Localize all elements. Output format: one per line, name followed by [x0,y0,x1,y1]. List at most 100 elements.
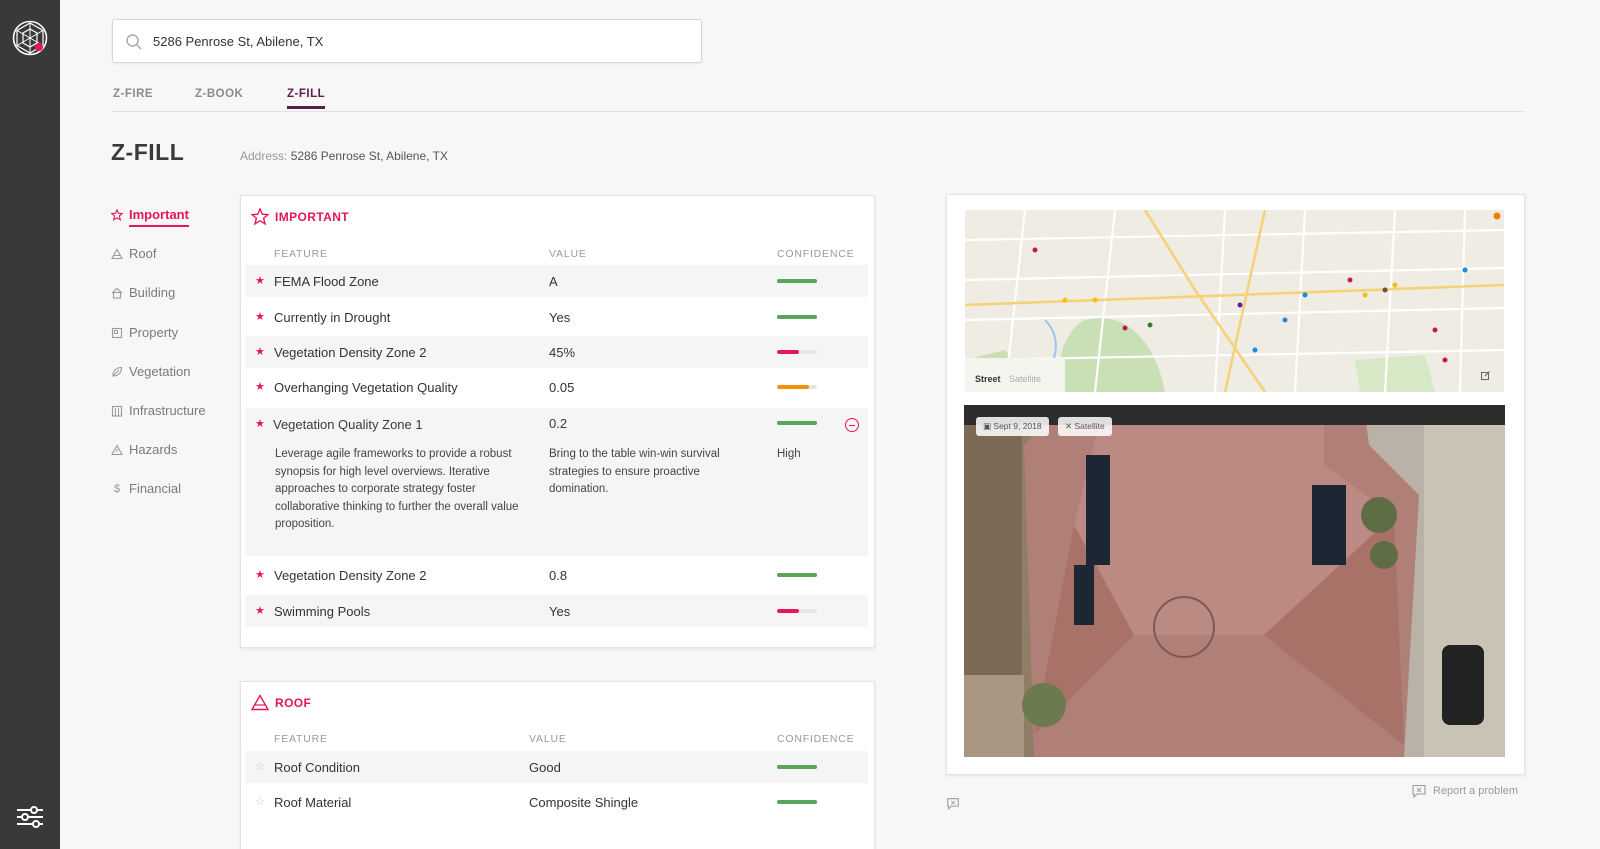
table-row[interactable]: ☆ Roof Material Composite Shingle [245,786,868,818]
feature-description: Leverage agile frameworks to provide a r… [275,448,519,531]
sidenav-item-financial[interactable]: $ Financial [111,478,231,517]
feature-name: Roof Material [274,795,352,810]
sidenav-item-vegetation[interactable]: Vegetation [111,361,231,400]
feature-name: Roof Condition [274,760,360,775]
star-filled-icon[interactable]: ★ [255,345,265,358]
sidenav-item-property[interactable]: Property [111,322,231,361]
column-confidence: CONFIDENCE [777,248,855,260]
table-row[interactable]: ☆ Roof Condition Good [245,751,868,783]
important-title: IMPORTANT [275,209,350,224]
infrastructure-icon [111,405,123,417]
feature-name: FEMA Flood Zone [274,274,379,289]
star-empty-icon[interactable]: ☆ [255,760,265,773]
star-filled-icon[interactable]: ★ [255,274,265,287]
feature-name: Currently in Drought [274,310,391,325]
value-description: Bring to the table win-win survival stra… [549,448,720,496]
sidenav-item-building[interactable]: Building [111,282,231,321]
product-tabs: Z-FIRE Z-BOOK Z-FILL [112,86,1525,112]
sidenav-item-roof[interactable]: Roof [111,243,231,282]
confidence-bar [777,800,817,804]
tab-z-book[interactable]: Z-BOOK [195,88,243,108]
sidenav-label: Infrastructure [129,402,206,418]
star-filled-icon[interactable]: ★ [255,310,265,323]
chat-report-icon [1412,784,1426,798]
sidenav-label: Important [129,207,189,227]
confidence-bar [777,421,817,425]
sidenav-label: Financial [129,481,182,497]
column-value: VALUE [549,248,587,260]
roof-icon [111,248,123,260]
confidence-bar [777,279,817,283]
table-row[interactable]: ★ Vegetation Density Zone 2 45% [245,336,868,368]
confidence-bar [777,350,817,354]
property-icon [111,327,123,338]
star-icon [251,208,269,225]
column-feature: FEATURE [274,733,328,745]
address-value: 5286 Penrose St, Abilene, TX [290,149,448,163]
confidence-bar [777,609,817,613]
app-logo-icon[interactable] [12,20,48,56]
sidenav-label: Vegetation [129,363,191,379]
roof-icon [251,694,269,711]
sidenav-item-important[interactable]: Important [111,204,231,243]
sidenav-label: Building [129,285,176,301]
star-filled-icon[interactable]: ★ [255,380,265,393]
search-icon [126,34,142,50]
capture-date: Sept 9, 2018 [993,421,1042,431]
column-confidence: CONFIDENCE [777,733,855,745]
aerial-image: ▣ Sept 9, 2018 ✕ Satellite [964,405,1505,757]
feature-value: Yes [549,310,571,325]
image-source-chip[interactable]: ✕ Satellite [1058,417,1112,436]
roof-heading: ROOF [251,694,311,711]
hazard-icon [111,444,123,456]
search-input[interactable] [153,20,693,62]
confidence-bar [777,385,817,389]
important-card: IMPORTANT FEATURE VALUE CONFIDENCE ★ FEM… [240,195,875,648]
table-row[interactable]: ★ Vegetation Density Zone 2 0.8 [245,559,868,591]
confidence-bar [777,573,817,577]
feature-name: Vegetation Density Zone 2 [274,345,427,360]
feature-name: Swimming Pools [274,604,371,619]
map-graphic [965,210,1504,392]
column-value: VALUE [529,733,567,745]
aerial-graphic [964,405,1505,757]
star-filled-icon[interactable]: ★ [255,417,265,430]
dollar-icon: $ [113,483,121,496]
tab-z-fire[interactable]: Z-FIRE [113,88,153,108]
expanded-row[interactable]: ★ Vegetation Quality Zone 1 0.2 Leverage… [245,408,868,556]
table-row[interactable]: ★ Currently in Drought Yes [245,301,868,333]
calendar-icon: ▣ [983,421,994,431]
tab-z-fill[interactable]: Z-FILL [287,88,326,109]
table-row[interactable]: ★ FEMA Flood Zone A [245,265,868,297]
table-row[interactable]: ★ Overhanging Vegetation Quality 0.05 [245,371,868,403]
roof-title: ROOF [275,695,312,710]
feedback-icon[interactable] [946,797,960,810]
open-external-icon[interactable] [1481,371,1490,380]
capture-date-chip[interactable]: ▣ Sept 9, 2018 [976,417,1049,436]
section-nav: Important Roof Building Property Vegetat… [111,204,231,518]
satellite-view-toggle[interactable]: Satellite [1009,374,1041,384]
street-view-toggle[interactable]: Street [975,374,1001,384]
feature-value: Composite Shingle [529,795,639,810]
feature-value: A [549,274,558,289]
star-empty-icon[interactable]: ☆ [255,795,265,808]
address-line: Address: 5286 Penrose St, Abilene, TX [240,149,448,163]
feature-value: 0.05 [549,380,575,395]
feature-value: 45% [549,345,576,360]
feature-name: Vegetation Quality Zone 1 [273,417,423,432]
feature-value: Good [529,760,561,775]
page-title: Z-FILL [111,139,185,165]
address-label: Address: [240,149,288,163]
collapse-row-button[interactable] [845,418,859,432]
sidenav-item-hazards[interactable]: Hazards [111,439,231,478]
report-problem-link[interactable]: Report a problem [1411,784,1518,798]
star-filled-icon[interactable]: ★ [255,568,265,581]
table-row[interactable]: ★ Swimming Pools Yes [245,595,868,627]
sidenav-label: Roof [129,246,157,262]
street-map[interactable]: Street Satellite [965,210,1504,392]
sidenav-item-infrastructure[interactable]: Infrastructure [111,400,231,439]
star-filled-icon[interactable]: ★ [255,604,265,617]
building-icon [111,288,123,299]
feature-name: Vegetation Density Zone 2 [274,568,427,583]
filter-sliders-icon[interactable] [15,805,45,829]
